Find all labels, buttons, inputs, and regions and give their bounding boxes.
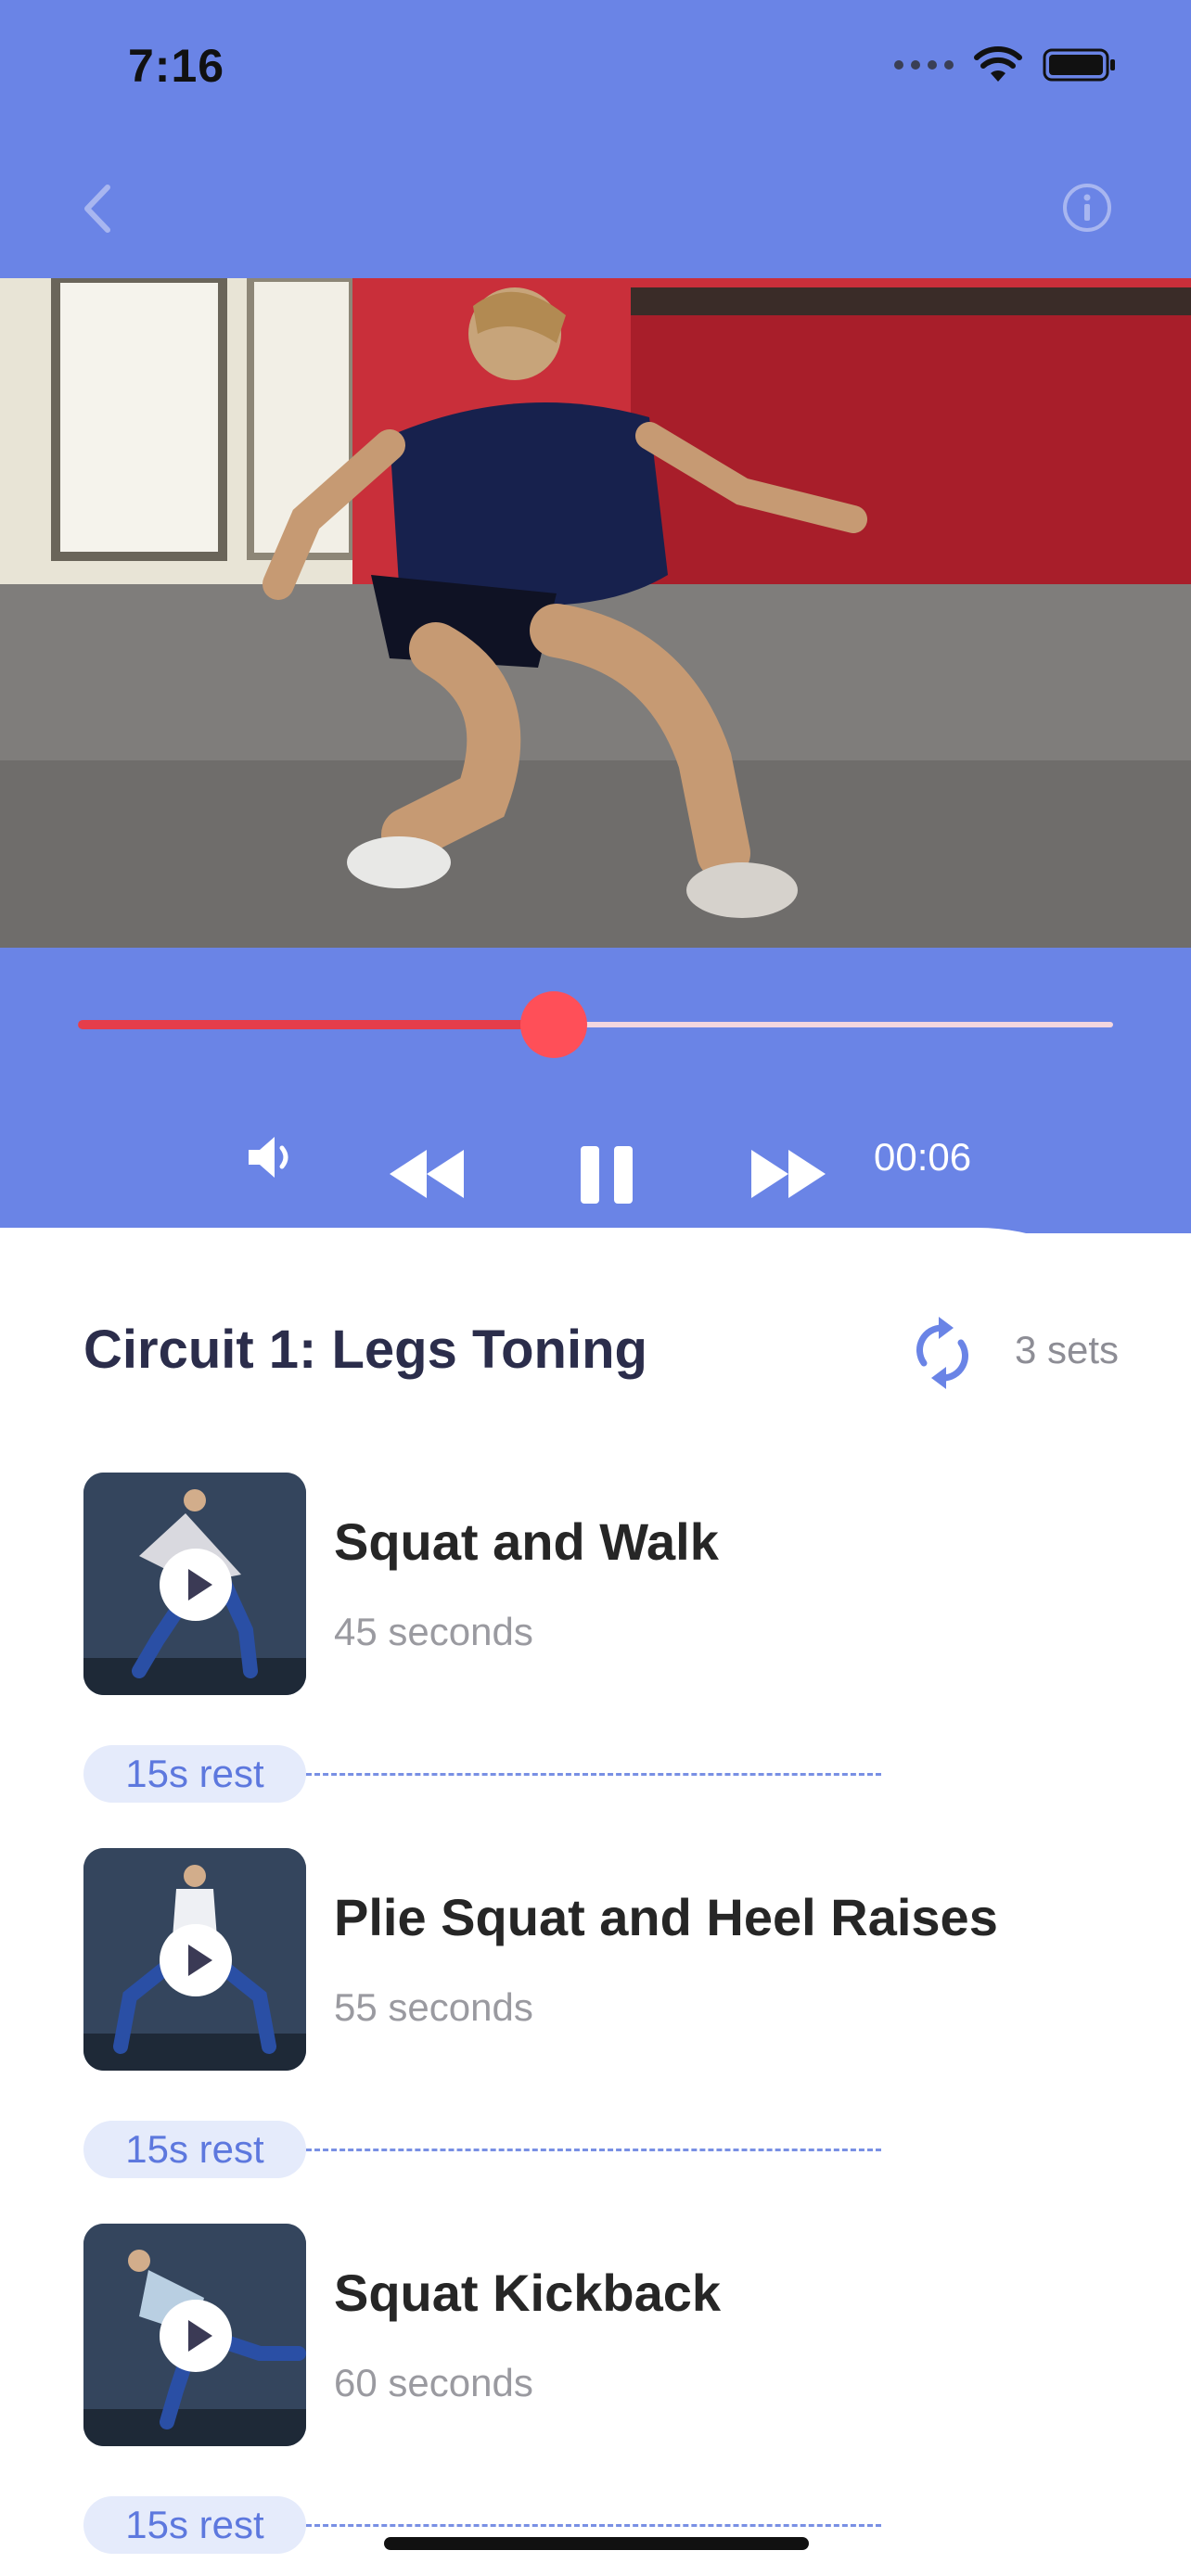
circuit-title: Circuit 1: Legs Toning bbox=[83, 1320, 647, 1380]
play-icon[interactable] bbox=[160, 2300, 232, 2372]
exercise-name: Plie Squat and Heel Raises bbox=[334, 1888, 998, 1946]
rewind-icon[interactable] bbox=[386, 1146, 467, 1202]
rest-label: 15s rest bbox=[83, 2121, 306, 2178]
video-frame[interactable] bbox=[0, 278, 1191, 948]
seek-bar[interactable] bbox=[78, 991, 1113, 1058]
exercise-duration: 60 seconds bbox=[334, 2361, 533, 2404]
wifi-icon bbox=[974, 46, 1022, 82]
seek-progress bbox=[78, 1020, 555, 1029]
seek-thumb[interactable] bbox=[520, 991, 588, 1058]
back-arrow-icon[interactable] bbox=[74, 176, 121, 241]
rest-label: 15s rest bbox=[83, 1745, 306, 1803]
repeat-icon bbox=[916, 1317, 969, 1389]
speaker-icon[interactable] bbox=[243, 1128, 302, 1187]
exercise-thumbnail[interactable] bbox=[83, 1848, 306, 2071]
info-icon[interactable] bbox=[1061, 182, 1113, 234]
battery-icon bbox=[1043, 48, 1115, 82]
exercise-name: Squat and Walk bbox=[334, 1512, 719, 1571]
status-icons bbox=[894, 46, 1117, 83]
exercise-duration: 55 seconds bbox=[334, 1985, 533, 2029]
exercise-duration: 45 seconds bbox=[334, 1610, 533, 1653]
rest-indicator: 15s rest bbox=[83, 2121, 881, 2178]
status-time: 7:16 bbox=[128, 40, 225, 92]
rest-indicator: 15s rest bbox=[83, 1745, 881, 1803]
rest-divider bbox=[306, 2149, 881, 2151]
exercise-thumbnail[interactable] bbox=[83, 2224, 306, 2446]
sets-count: 3 sets bbox=[1015, 1328, 1120, 1371]
rest-divider bbox=[306, 2524, 881, 2527]
exercise-name: Squat Kickback bbox=[334, 2264, 722, 2322]
fast-forward-icon[interactable] bbox=[748, 1146, 829, 1202]
elapsed-time: 00:06 bbox=[874, 1135, 972, 1179]
rest-divider bbox=[306, 1773, 881, 1776]
rest-label: 15s rest bbox=[83, 2496, 306, 2554]
signal-icon bbox=[894, 60, 954, 70]
home-indicator bbox=[384, 2537, 809, 2550]
pause-icon[interactable] bbox=[577, 1142, 636, 1207]
exercise-thumbnail[interactable] bbox=[83, 1473, 306, 1695]
play-icon[interactable] bbox=[160, 1549, 232, 1621]
play-icon[interactable] bbox=[160, 1924, 232, 1996]
